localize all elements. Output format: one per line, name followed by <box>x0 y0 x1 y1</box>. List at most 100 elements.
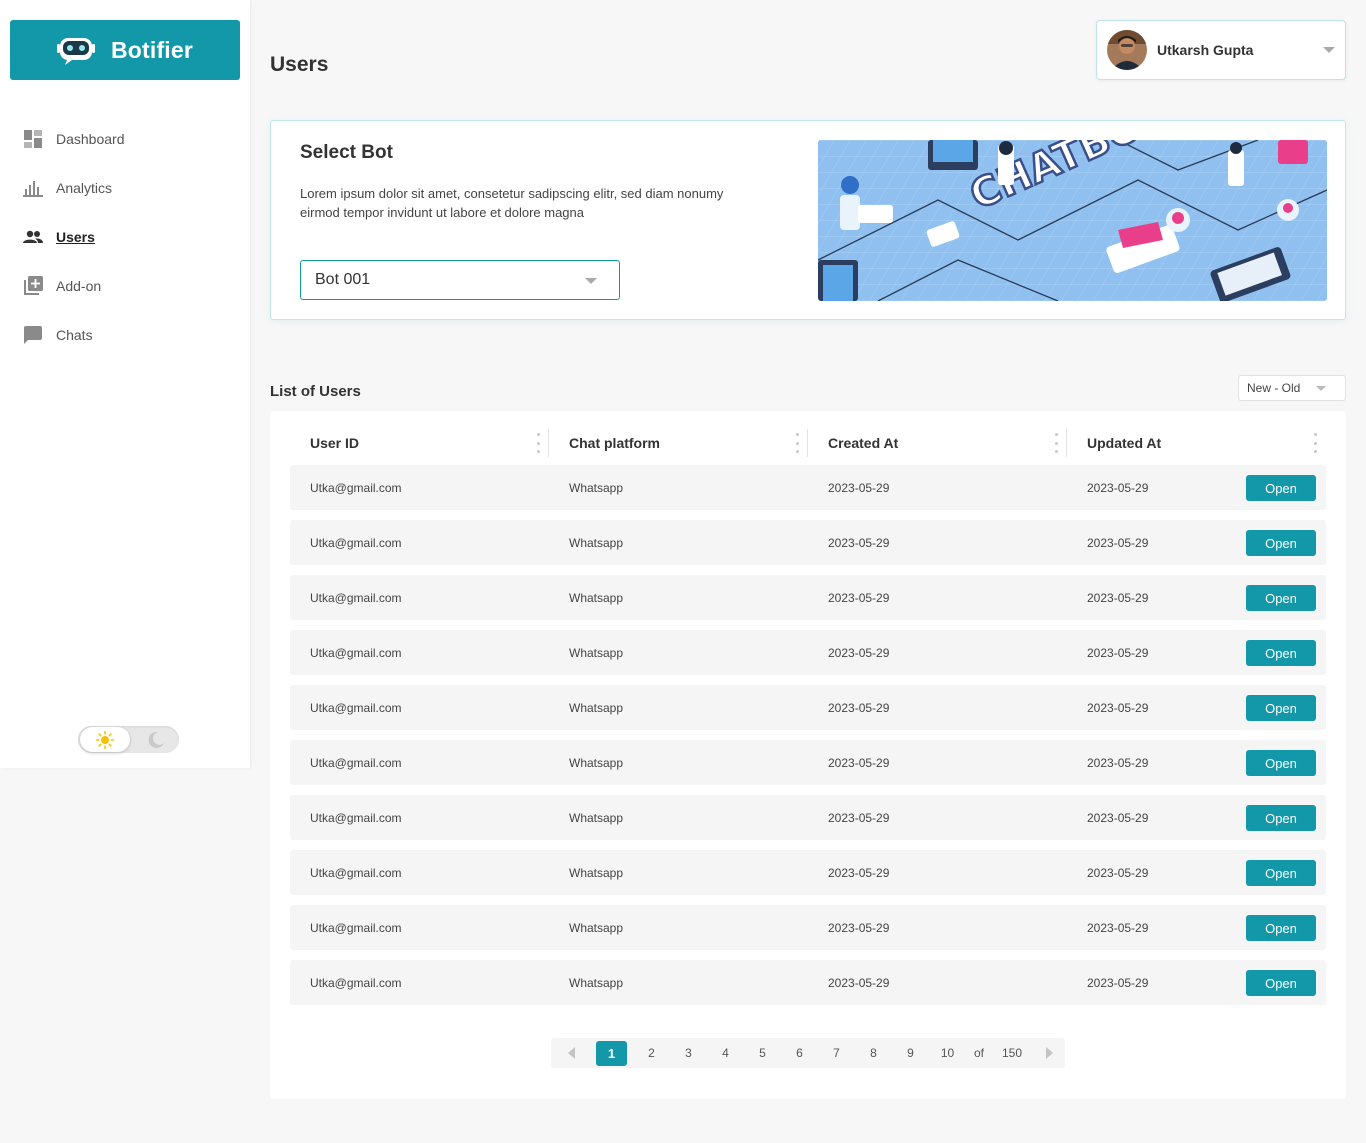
table-row: Utka@gmail.com Whatsapp 2023-05-29 2023-05-… <box>290 740 1326 785</box>
dashboard-icon <box>23 129 43 149</box>
cell-created-at: 2023-05-29 <box>828 755 890 770</box>
column-header-chat-platform: Chat platform <box>549 425 808 460</box>
cell-chat-platform: Whatsapp <box>569 535 624 550</box>
sort-order-value: New - Old <box>1247 381 1301 395</box>
page-number-3[interactable]: 3 <box>670 1046 707 1060</box>
cell-chat-platform: Whatsapp <box>569 865 624 880</box>
page-number-2[interactable]: 2 <box>633 1046 670 1060</box>
cell-created-at: 2023-05-29 <box>828 535 890 550</box>
table-row: Utka@gmail.com Whatsapp 2023-05-29 2023-05-… <box>290 685 1326 730</box>
toggle-knob <box>80 727 130 752</box>
cell-user-id: Utka@gmail.com <box>310 645 402 660</box>
cell-chat-platform: Whatsapp <box>569 480 624 495</box>
cell-chat-platform: Whatsapp <box>569 810 624 825</box>
sidebar-item-dashboard[interactable]: Dashboard <box>0 114 250 163</box>
cell-created-at: 2023-05-29 <box>828 645 890 660</box>
open-button[interactable]: Open <box>1246 585 1316 611</box>
cell-chat-platform: Whatsapp <box>569 920 624 935</box>
table-row: Utka@gmail.com Whatsapp 2023-05-29 2023-05-… <box>290 630 1326 675</box>
column-header-created-at: Created At <box>808 425 1067 460</box>
page-number-4[interactable]: 4 <box>707 1046 744 1060</box>
cell-chat-platform: Whatsapp <box>569 755 624 770</box>
cell-created-at: 2023-05-29 <box>828 700 890 715</box>
page-number-6[interactable]: 6 <box>781 1046 818 1060</box>
users-icon <box>23 227 43 247</box>
column-menu-icon[interactable] <box>795 433 799 453</box>
open-button[interactable]: Open <box>1246 915 1316 941</box>
user-menu-dropdown[interactable]: Utkarsh Gupta <box>1096 20 1346 80</box>
page-number-7[interactable]: 7 <box>818 1046 855 1060</box>
page-number-10[interactable]: 10 <box>929 1046 966 1060</box>
cell-created-at: 2023-05-29 <box>828 975 890 990</box>
table-body: Utka@gmail.com Whatsapp 2023-05-29 2023-05-… <box>290 465 1326 1015</box>
brand-logo-button[interactable]: Botifier <box>10 20 240 80</box>
table-row: Utka@gmail.com Whatsapp 2023-05-29 2023-05-… <box>290 795 1326 840</box>
cell-created-at: 2023-05-29 <box>828 920 890 935</box>
sort-order-select[interactable]: New - Old <box>1238 375 1346 401</box>
cell-user-id: Utka@gmail.com <box>310 700 402 715</box>
sidebar-item-label: Dashboard <box>56 130 125 147</box>
chat-bubble-icon <box>23 325 43 345</box>
add-library-icon <box>23 276 43 296</box>
sidebar-nav: Dashboard Analytics Users Add-on Chats <box>0 114 250 359</box>
table-row: Utka@gmail.com Whatsapp 2023-05-29 2023-05-… <box>290 960 1326 1005</box>
column-header-label: Updated At <box>1087 434 1162 451</box>
sidebar-item-label: Add-on <box>56 277 102 294</box>
page-title: Users <box>270 53 329 76</box>
cell-user-id: Utka@gmail.com <box>310 535 402 550</box>
pagination-of-label: of <box>973 1046 984 1060</box>
page-number-9[interactable]: 9 <box>892 1046 929 1060</box>
open-button[interactable]: Open <box>1246 530 1316 556</box>
cell-chat-platform: Whatsapp <box>569 700 624 715</box>
open-button[interactable]: Open <box>1246 970 1316 996</box>
open-button[interactable]: Open <box>1246 695 1316 721</box>
column-menu-icon[interactable] <box>536 433 540 453</box>
sidebar-item-users[interactable]: Users <box>0 212 250 261</box>
cell-created-at: 2023-05-29 <box>828 810 890 825</box>
next-page-icon[interactable] <box>1046 1047 1053 1059</box>
open-button[interactable]: Open <box>1246 640 1316 666</box>
column-header-label: Created At <box>828 434 899 451</box>
sidebar-item-label: Users <box>56 228 95 245</box>
cell-created-at: 2023-05-29 <box>828 590 890 605</box>
cell-user-id: Utka@gmail.com <box>310 590 402 605</box>
sidebar-item-label: Analytics <box>56 179 113 196</box>
chevron-down-icon <box>1316 386 1326 391</box>
cell-user-id: Utka@gmail.com <box>310 755 402 770</box>
page-number-1[interactable]: 1 <box>596 1040 627 1066</box>
cell-user-id: Utka@gmail.com <box>310 920 402 935</box>
open-button[interactable]: Open <box>1246 475 1316 501</box>
table-row: Utka@gmail.com Whatsapp 2023-05-29 2023-05-… <box>290 905 1326 950</box>
chevron-down-icon <box>1323 47 1335 53</box>
open-button[interactable]: Open <box>1246 750 1316 776</box>
sidebar-item-chats[interactable]: Chats <box>0 310 250 359</box>
cell-user-id: Utka@gmail.com <box>310 865 402 880</box>
cell-created-at: 2023-05-29 <box>828 865 890 880</box>
users-list-title: List of Users <box>270 383 361 400</box>
previous-page-icon[interactable] <box>568 1047 575 1059</box>
open-button[interactable]: Open <box>1246 805 1316 831</box>
cell-user-id: Utka@gmail.com <box>310 810 402 825</box>
cell-created-at: 2023-05-29 <box>828 480 890 495</box>
cell-chat-platform: Whatsapp <box>569 975 624 990</box>
open-button[interactable]: Open <box>1246 860 1316 886</box>
page-number-8[interactable]: 8 <box>855 1046 892 1060</box>
cell-user-id: Utka@gmail.com <box>310 480 402 495</box>
bot-logo-icon <box>56 38 95 65</box>
column-menu-icon[interactable] <box>1054 433 1058 453</box>
bot-select-value: Bot 001 <box>315 271 371 288</box>
sidebar: Botifier Dashboard Analytics Users Add-o… <box>0 0 250 768</box>
page-number-5[interactable]: 5 <box>744 1046 781 1060</box>
table-header: User ID Chat platform Created At Updated… <box>290 425 1326 460</box>
sidebar-item-analytics[interactable]: Analytics <box>0 163 250 212</box>
sun-icon <box>96 730 114 749</box>
bot-select[interactable]: Bot 001 <box>300 260 620 300</box>
page-numbers: 1 2 3 4 5 6 7 8 9 10 <box>596 1040 966 1066</box>
sidebar-item-add-on[interactable]: Add-on <box>0 261 250 310</box>
table-row: Utka@gmail.com Whatsapp 2023-05-29 2023-05-… <box>290 465 1326 510</box>
column-menu-icon[interactable] <box>1313 433 1317 453</box>
theme-toggle[interactable] <box>78 726 179 753</box>
chatbot-illustration: CHATBOT <box>818 140 1327 301</box>
column-header-label: Chat platform <box>569 434 660 451</box>
user-name: Utkarsh Gupta <box>1157 42 1254 58</box>
